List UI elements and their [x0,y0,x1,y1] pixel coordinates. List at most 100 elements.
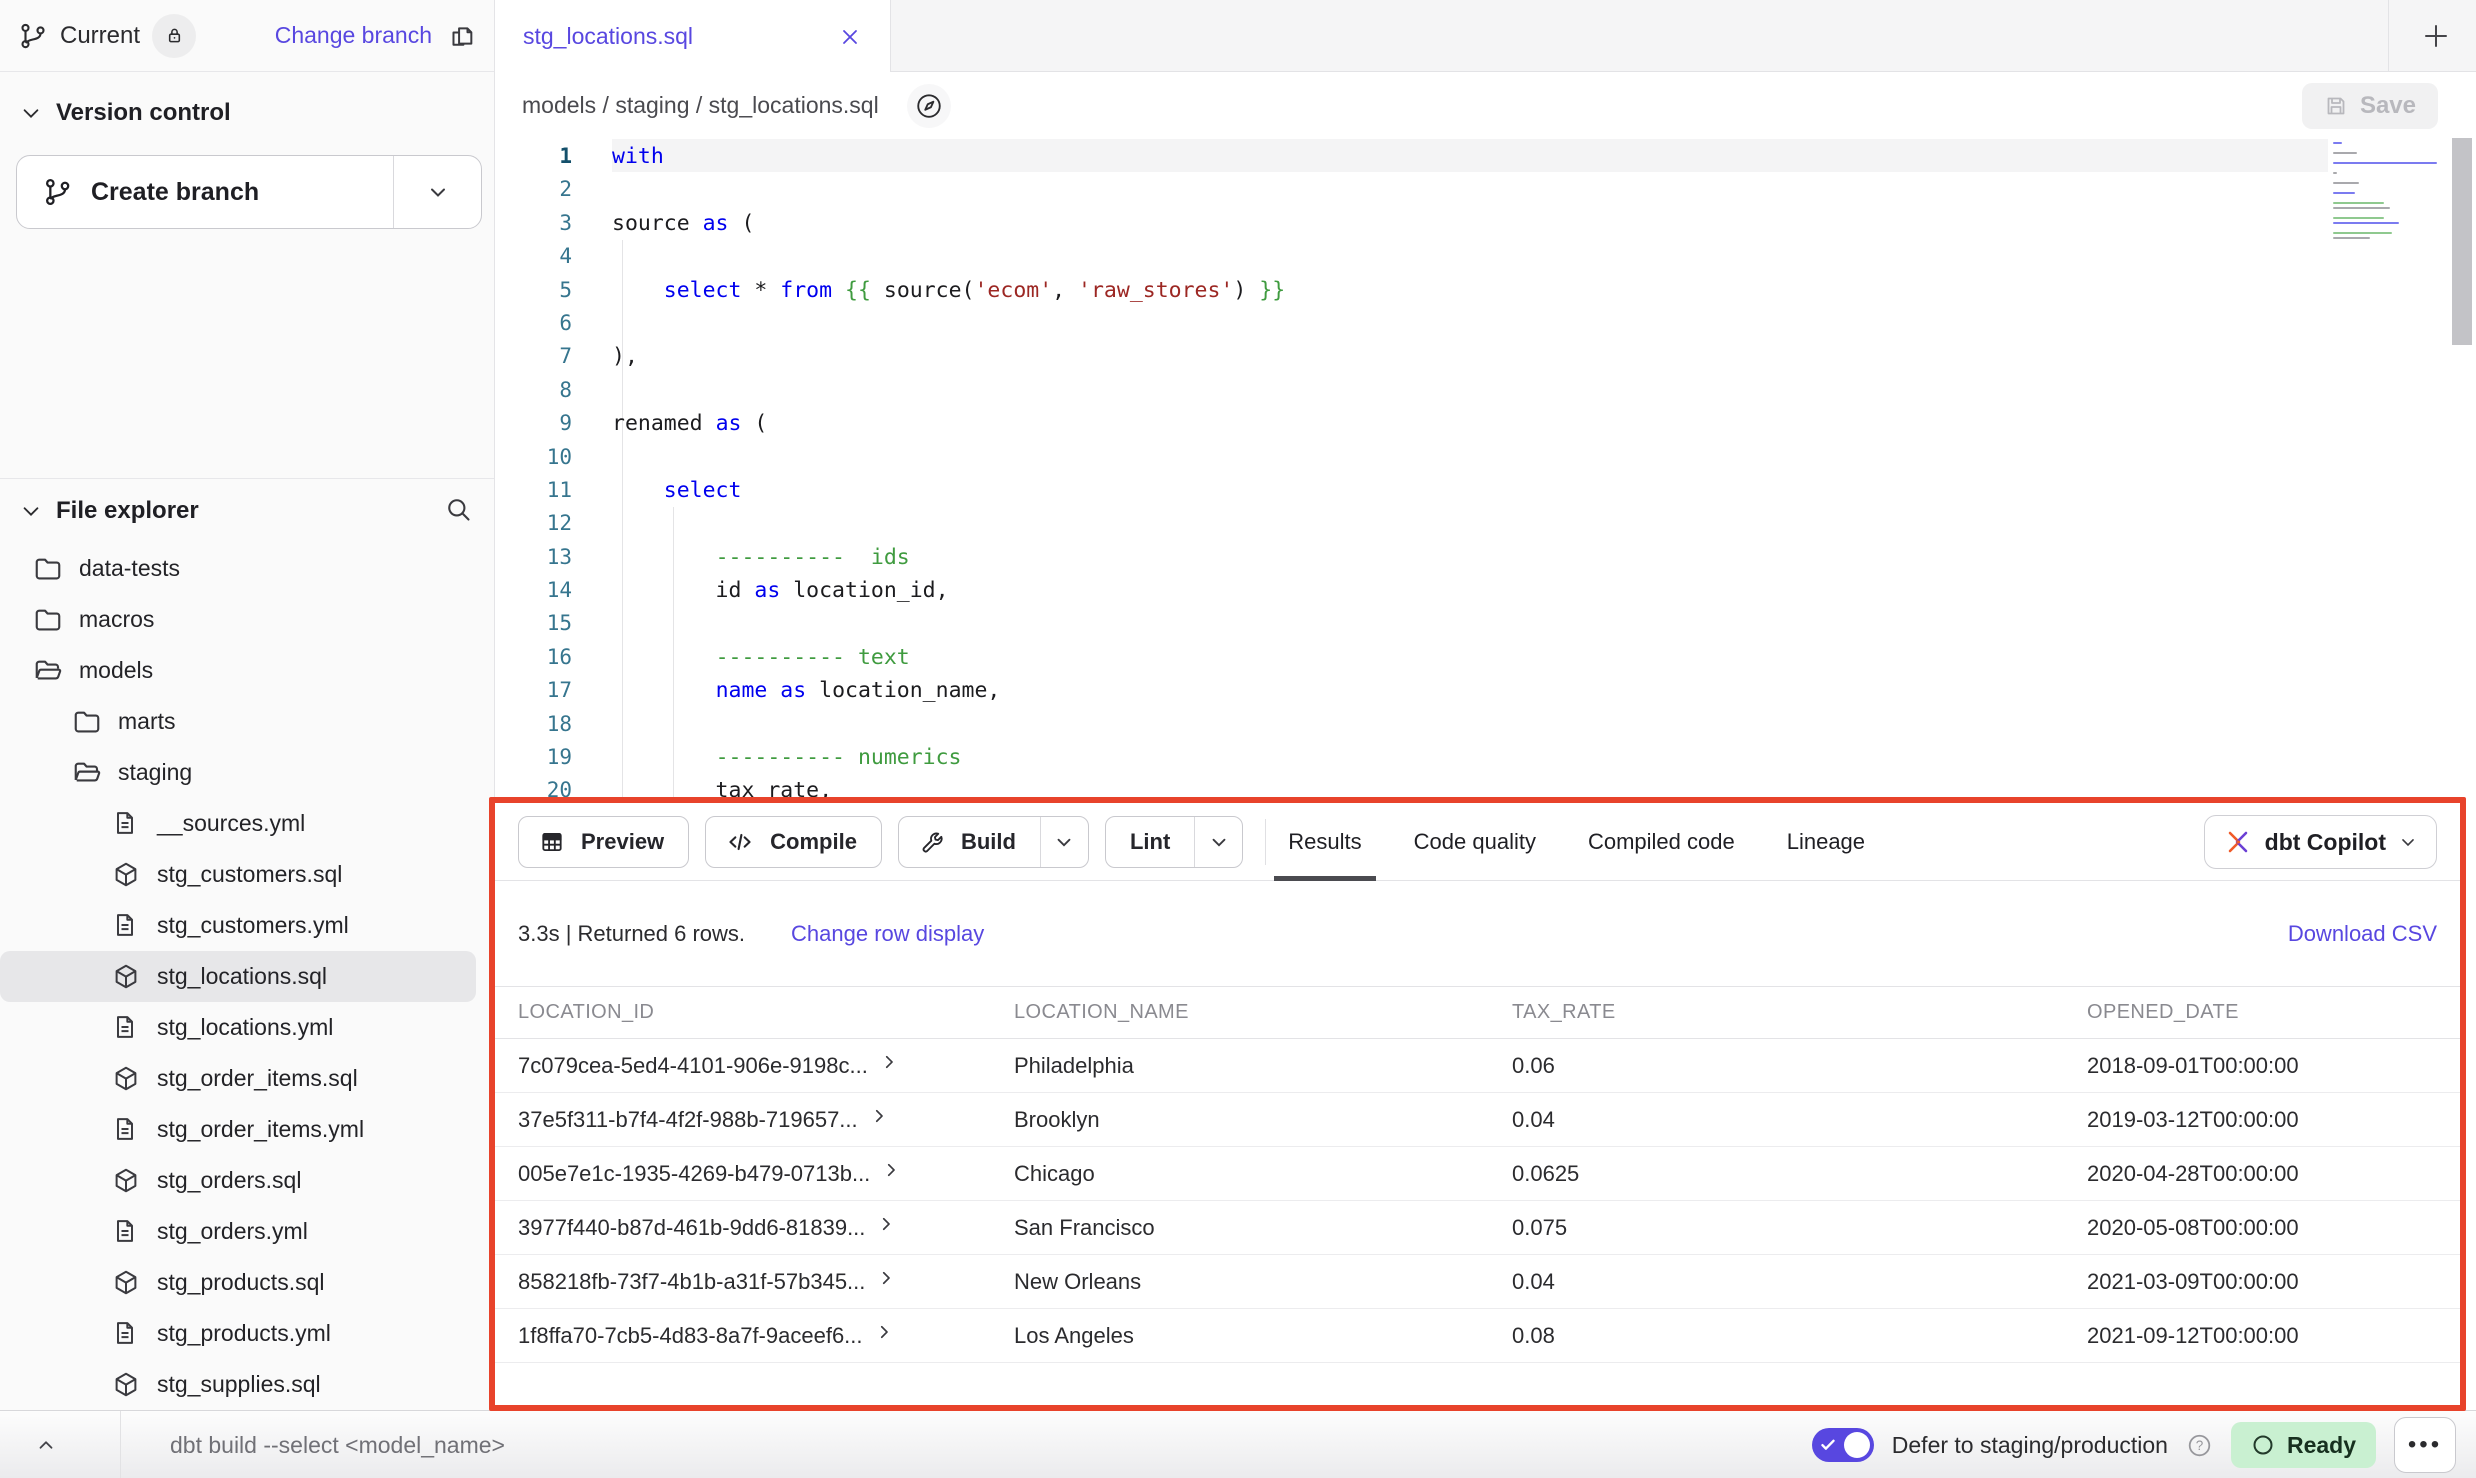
build-button[interactable]: Build [899,817,1040,867]
tree-item-label: stg_customers.sql [157,861,342,888]
code-line[interactable]: 20 tax_rate, [495,774,2476,802]
expand-cell-icon[interactable] [877,1215,895,1233]
wrench-icon [919,829,945,855]
tree-item-stg-products-yml[interactable]: stg_products.yml [0,1308,476,1359]
tree-item-stg-order-items-sql[interactable]: stg_order_items.sql [0,1053,476,1104]
code-line[interactable]: 7 ), [495,340,2476,373]
copy-branch-icon[interactable] [448,22,476,50]
help-icon[interactable]: ? [2186,1432,2213,1459]
tree-item-data-tests[interactable]: data-tests [0,543,476,594]
panel-tab-lineage[interactable]: Lineage [1787,803,1865,881]
tree-item-label: stg_products.sql [157,1269,324,1296]
tree-item-marts[interactable]: marts [0,696,476,747]
code-line[interactable]: 11 select [495,474,2476,507]
tree-item-stg-products-sql[interactable]: stg_products.sql [0,1257,476,1308]
tree-item-stg-orders-yml[interactable]: stg_orders.yml [0,1206,476,1257]
model-icon [111,860,141,890]
minimap[interactable] [2333,142,2445,242]
code-line[interactable]: 2 [495,173,2476,206]
create-branch-button[interactable]: Create branch [16,155,482,229]
code-line[interactable]: 16 ---------- text [495,641,2476,674]
tree-item-sources-yml[interactable]: __sources.yml [0,798,476,849]
panel-tab-compiled-code[interactable]: Compiled code [1588,803,1735,881]
table-row[interactable]: 7c079cea-5ed4-4101-906e-9198c... Philade… [495,1039,2460,1093]
column-header-opened-date: OPENED_DATE [2087,1001,2460,1024]
cell-location-name: San Francisco [1014,1215,1512,1241]
expand-cell-icon[interactable] [870,1107,888,1125]
line-number: 5 [495,274,612,307]
preview-button[interactable]: Preview [518,816,689,868]
code-line[interactable]: 1 with [495,140,2476,173]
code-line[interactable]: 3 source as ( [495,207,2476,240]
table-row[interactable]: 005e7e1c-1935-4269-b479-0713b... Chicago… [495,1147,2460,1201]
change-branch-link[interactable]: Change branch [275,22,432,49]
code-editor[interactable]: 1 with 2 3 source as ( 4 5 select * from… [495,138,2476,802]
new-tab-button[interactable] [2414,16,2458,56]
sidebar: Current Change branch Version control Cr… [0,0,495,1410]
ide-status-badge[interactable]: Ready [2231,1422,2376,1468]
expand-command-bar-button[interactable] [18,1425,74,1465]
command-input[interactable]: dbt build --select <model_name> [170,1411,505,1478]
open-lineage-icon[interactable] [907,84,951,128]
save-button[interactable]: Save [2302,83,2438,129]
dbt-copilot-icon [2223,827,2253,857]
compile-button[interactable]: Compile [705,816,882,868]
lint-button[interactable]: Lint [1106,817,1194,867]
tree-item-stg-order-items-yml[interactable]: stg_order_items.yml [0,1104,476,1155]
tree-item-label: stg_customers.yml [157,912,349,939]
tree-item-staging[interactable]: staging [0,747,476,798]
editor-scrollbar[interactable] [2452,138,2472,345]
code-line[interactable]: 13 ---------- ids [495,541,2476,574]
panel-tab-code-quality[interactable]: Code quality [1414,803,1536,881]
code-line[interactable]: 17 name as location_name, [495,674,2476,707]
tree-item-stg-customers-yml[interactable]: stg_customers.yml [0,900,476,951]
create-branch-dropdown[interactable] [393,156,481,228]
close-tab-icon[interactable] [838,25,862,49]
expand-cell-icon[interactable] [880,1053,898,1071]
table-row[interactable]: 1f8ffa70-7cb5-4d83-8a7f-9aceef6... Los A… [495,1309,2460,1363]
version-control-section[interactable]: Version control [0,88,494,138]
code-line[interactable]: 6 [495,307,2476,340]
expand-cell-icon[interactable] [882,1161,900,1179]
tree-item-models[interactable]: models [0,645,476,696]
code-line[interactable]: 12 [495,507,2476,540]
table-row[interactable]: 37e5f311-b7f4-4f2f-988b-719657... Brookl… [495,1093,2460,1147]
cell-opened-date: 2020-04-28T00:00:00 [2087,1161,2460,1187]
build-dropdown[interactable] [1040,817,1088,867]
tree-item-stg-locations-yml[interactable]: stg_locations.yml [0,1002,476,1053]
tree-item-stg-customers-sql[interactable]: stg_customers.sql [0,849,476,900]
lint-dropdown[interactable] [1194,817,1242,867]
expand-cell-icon[interactable] [875,1323,893,1341]
dbt-copilot-button[interactable]: dbt Copilot [2204,815,2437,869]
tree-item-stg-supplies-sql[interactable]: stg_supplies.sql [0,1359,476,1410]
table-row[interactable]: 3977f440-b87d-461b-9dd6-81839... San Fra… [495,1201,2460,1255]
code-line[interactable]: 14 id as location_id, [495,574,2476,607]
panel-tab-results[interactable]: Results [1288,803,1361,881]
defer-toggle[interactable] [1812,1428,1874,1462]
code-line[interactable]: 9 renamed as ( [495,407,2476,440]
tree-item-label: marts [118,708,176,735]
cell-location-id: 858218fb-73f7-4b1b-a31f-57b345... [518,1269,865,1295]
code-line[interactable]: 10 [495,441,2476,474]
code-line[interactable]: 15 [495,607,2476,640]
tree-item-stg-orders-sql[interactable]: stg_orders.sql [0,1155,476,1206]
more-options-button[interactable]: ••• [2394,1417,2456,1473]
tree-item-stg-locations-sql[interactable]: stg_locations.sql [0,951,476,1002]
tab-stg-locations-sql[interactable]: stg_locations.sql [495,0,891,73]
code-line[interactable]: 8 [495,374,2476,407]
download-csv-link[interactable]: Download CSV [2288,921,2437,947]
line-number: 1 [495,140,612,173]
file-icon [111,1115,141,1145]
dbt-copilot-label: dbt Copilot [2265,829,2386,856]
tree-item-macros[interactable]: macros [0,594,476,645]
table-row[interactable]: 858218fb-73f7-4b1b-a31f-57b345... New Or… [495,1255,2460,1309]
dbt-cloud-ide: Current Change branch Version control Cr… [0,0,2476,1478]
code-line[interactable]: 5 select * from {{ source('ecom', 'raw_s… [495,274,2476,307]
code-line[interactable]: 18 [495,708,2476,741]
search-icon[interactable] [444,495,472,523]
code-line[interactable]: 19 ---------- numerics [495,741,2476,774]
change-row-display-link[interactable]: Change row display [791,921,984,947]
expand-cell-icon[interactable] [877,1269,895,1287]
line-number: 14 [495,574,612,607]
code-line[interactable]: 4 [495,240,2476,273]
